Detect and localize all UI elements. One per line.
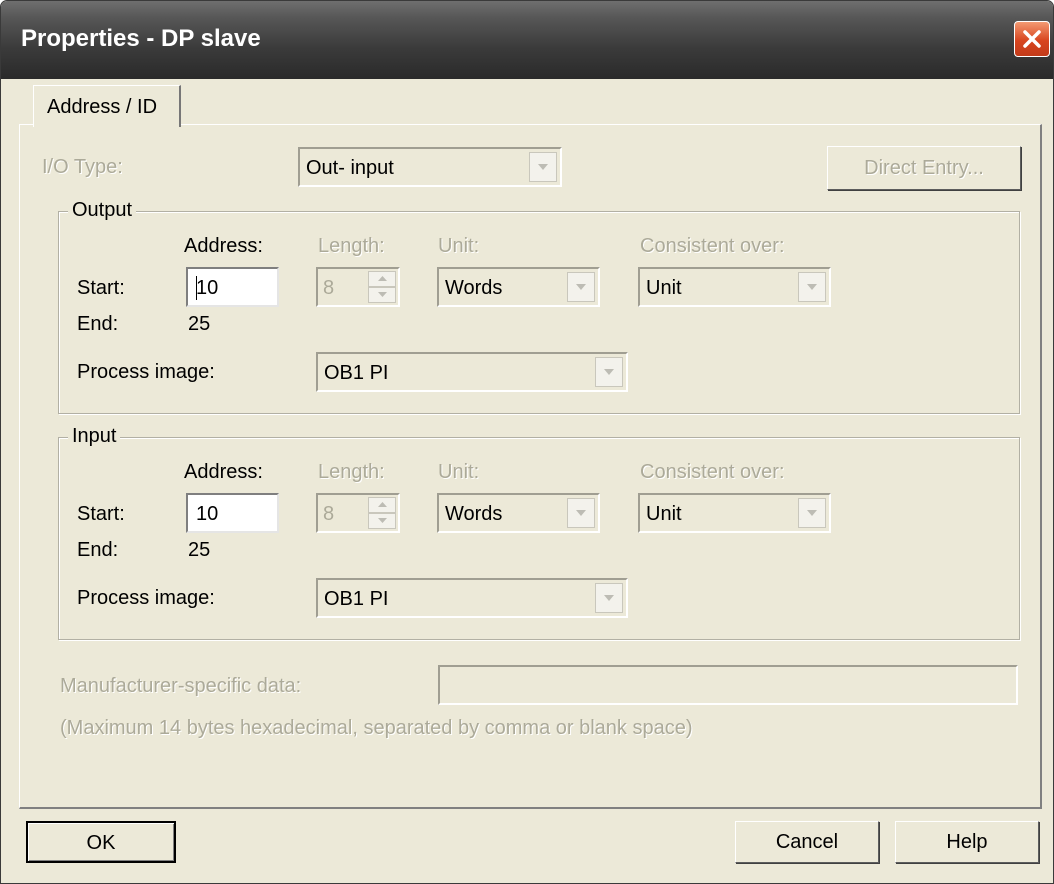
chevron-down-icon	[378, 292, 387, 297]
chevron-down-icon	[807, 510, 817, 516]
output-end-value: 25	[188, 313, 211, 335]
output-unit-combo[interactable]: Words	[437, 267, 600, 307]
input-end-label: End:	[77, 539, 119, 561]
dialog-client: Address / ID I/O Type: Out- input Direct…	[9, 79, 1047, 877]
chevron-down-icon	[378, 518, 387, 523]
output-length-value: 8	[323, 277, 335, 299]
output-group-label: Output	[68, 199, 137, 222]
io-type-label: I/O Type:	[42, 156, 123, 178]
output-start-label: Start:	[77, 277, 125, 299]
input-length-up-button[interactable]	[368, 497, 396, 513]
input-unit-dropdown-button[interactable]	[567, 498, 595, 528]
output-unit-dropdown-button[interactable]	[567, 272, 595, 302]
input-process-image-combo[interactable]: OB1 PI	[316, 578, 628, 618]
output-process-image-dropdown-button[interactable]	[595, 357, 623, 387]
manufacturer-data-label: Manufacturer-specific data:	[60, 675, 302, 697]
input-unit-combo[interactable]: Words	[437, 493, 600, 533]
input-length-value: 8	[323, 503, 335, 525]
close-button[interactable]	[1014, 21, 1050, 57]
io-type-dropdown-button[interactable]	[529, 152, 557, 182]
output-process-image-combo[interactable]: OB1 PI	[316, 352, 628, 392]
window-title: Properties - DP slave	[21, 25, 261, 52]
output-end-label: End:	[77, 313, 119, 335]
manufacturer-data-hint: (Maximum 14 bytes hexadecimal, separated…	[60, 717, 693, 739]
input-consistent-combo[interactable]: Unit	[638, 493, 831, 533]
chevron-down-icon	[576, 284, 586, 290]
chevron-up-icon	[378, 276, 387, 281]
manufacturer-data-input[interactable]	[438, 665, 1018, 705]
input-address-header: Address:	[184, 461, 263, 483]
chevron-up-icon	[378, 502, 387, 507]
help-button[interactable]: Help	[895, 821, 1039, 863]
title-bar[interactable]: Properties - DP slave	[1, 1, 1053, 79]
output-length-header: Length:	[318, 235, 385, 257]
output-consistent-combo[interactable]: Unit	[638, 267, 831, 307]
input-unit-value: Words	[445, 503, 503, 525]
direct-entry-button[interactable]: Direct Entry...	[827, 146, 1021, 190]
output-process-image-label: Process image:	[77, 361, 215, 383]
input-length-down-button[interactable]	[368, 513, 396, 529]
input-start-value: 10	[196, 503, 219, 525]
input-consistent-header: Consistent over:	[640, 461, 785, 483]
input-end-value: 25	[188, 539, 211, 561]
input-start-label: Start:	[77, 503, 125, 525]
input-process-image-dropdown-button[interactable]	[595, 583, 623, 613]
io-type-combo[interactable]: Out- input	[298, 147, 562, 187]
input-process-image-value: OB1 PI	[324, 588, 389, 610]
output-length-up-button[interactable]	[368, 271, 396, 287]
tab-panel: I/O Type: Out- input Direct Entry... Out…	[19, 124, 1042, 809]
input-process-image-label: Process image:	[77, 587, 215, 609]
input-unit-header: Unit:	[438, 461, 480, 483]
input-consistent-dropdown-button[interactable]	[798, 498, 826, 528]
output-consistent-header: Consistent over:	[640, 235, 785, 257]
chevron-down-icon	[807, 284, 817, 290]
chevron-down-icon	[538, 164, 548, 170]
output-start-value: 10	[196, 277, 219, 299]
chevron-down-icon	[604, 595, 614, 601]
tab-address-id[interactable]: Address / ID	[33, 85, 181, 127]
input-length-spinner[interactable]: 8	[316, 493, 400, 533]
input-group-label: Input	[68, 425, 121, 448]
output-unit-value: Words	[445, 277, 503, 299]
output-length-down-button[interactable]	[368, 287, 396, 303]
output-process-image-value: OB1 PI	[324, 362, 389, 384]
tab-label: Address / ID	[47, 96, 158, 118]
ok-button[interactable]: OK	[26, 821, 176, 863]
output-consistent-dropdown-button[interactable]	[798, 272, 826, 302]
output-address-header: Address:	[184, 235, 263, 257]
output-start-address-input[interactable]: 10	[186, 267, 279, 307]
input-start-address-input[interactable]: 10	[186, 493, 279, 533]
output-consistent-value: Unit	[646, 277, 682, 299]
output-unit-header: Unit:	[438, 235, 480, 257]
output-length-spinner[interactable]: 8	[316, 267, 400, 307]
input-length-header: Length:	[318, 461, 385, 483]
chevron-down-icon	[576, 510, 586, 516]
input-consistent-value: Unit	[646, 503, 682, 525]
cancel-button[interactable]: Cancel	[735, 821, 879, 863]
properties-dialog: Properties - DP slave Address / ID I/O T…	[0, 0, 1054, 884]
chevron-down-icon	[604, 369, 614, 375]
close-icon	[1023, 30, 1041, 48]
io-type-value: Out- input	[306, 157, 394, 179]
